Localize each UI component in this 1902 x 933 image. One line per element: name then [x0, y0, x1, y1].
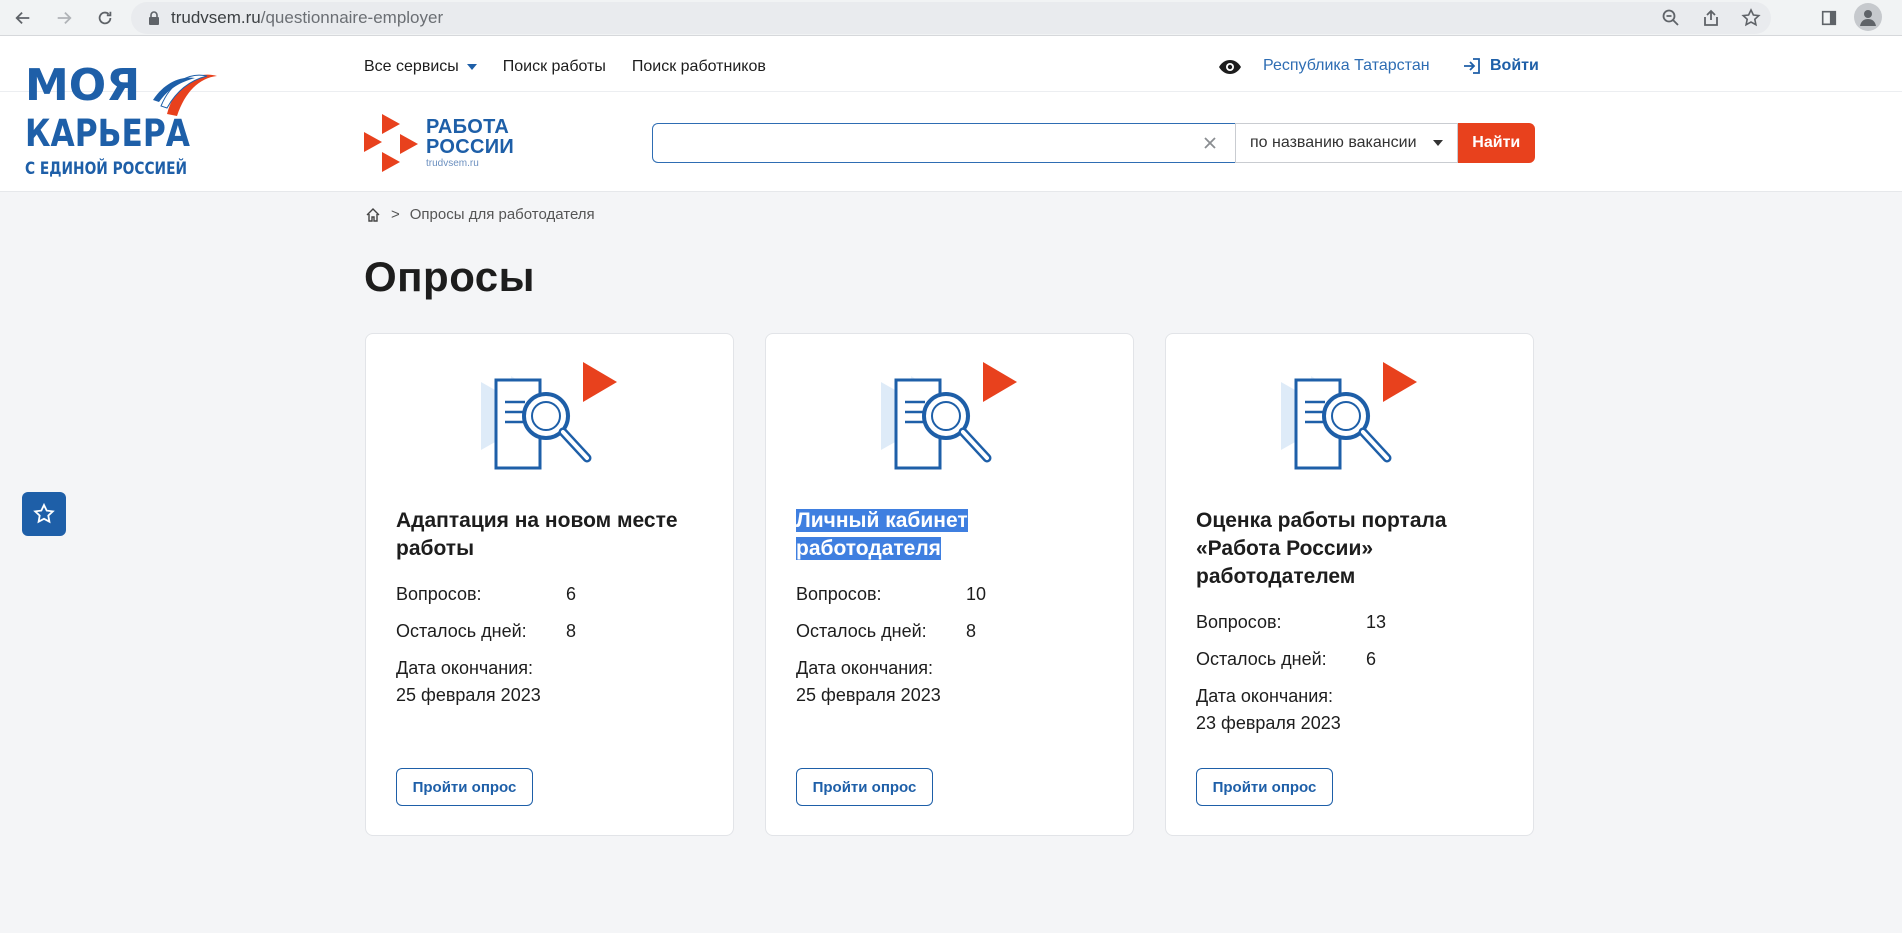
- search-mode-value: по названию вакансии: [1250, 134, 1417, 151]
- survey-questions: Вопросов: 13: [1196, 612, 1387, 632]
- search-mode-select[interactable]: по названию вакансии: [1235, 123, 1458, 163]
- region-selector[interactable]: Республика Татарстан: [1263, 57, 1430, 75]
- side-panel-icon[interactable]: [1814, 3, 1844, 33]
- zoom-icon[interactable]: [1651, 2, 1691, 34]
- search-bar: по названию вакансии Найти: [652, 123, 1535, 163]
- profile-avatar[interactable]: [1854, 3, 1882, 31]
- take-survey-button[interactable]: Пройти опрос: [1196, 768, 1333, 806]
- survey-end-date-label: Дата окончания:: [1196, 686, 1334, 706]
- svg-text:МОЯ: МОЯ: [25, 60, 140, 111]
- breadcrumb-separator: >: [391, 206, 400, 223]
- header-divider: [0, 91, 1902, 92]
- survey-title-line: работодателя: [796, 537, 941, 560]
- svg-text:С ЕДИНОЙ РОССИЕЙ: С ЕДИНОЙ РОССИЕЙ: [25, 157, 187, 179]
- nav-worker-search[interactable]: Поиск работников: [632, 58, 766, 76]
- login-label: Войти: [1490, 57, 1539, 74]
- close-icon[interactable]: [1200, 133, 1220, 153]
- lock-icon: [149, 11, 159, 25]
- survey-title: Оценка работы портала «Работа России» ра…: [1196, 509, 1447, 588]
- favorites-button[interactable]: [22, 492, 66, 536]
- survey-end-date: 23 февраля 2023: [1196, 713, 1341, 733]
- rr-logo-line2: РОССИИ: [426, 136, 515, 158]
- breadcrumb-current: Опросы для работодателя: [409, 206, 595, 223]
- survey-title: Адаптация на новом месте работы: [396, 509, 678, 560]
- reload-icon[interactable]: [90, 3, 120, 33]
- survey-magnifier-icon: [881, 362, 1017, 470]
- survey-days-left: Осталось дней: 8: [396, 621, 577, 641]
- moya-karera-logo[interactable]: МОЯ КАРЬЕРА С ЕДИНОЙ РОССИЕЙ: [25, 54, 225, 182]
- back-icon[interactable]: [8, 3, 38, 33]
- nav-job-search[interactable]: Поиск работы: [503, 58, 606, 76]
- survey-end-date: 25 февраля 2023: [796, 685, 941, 705]
- survey-magnifier-icon: [1281, 362, 1417, 470]
- site-header: МОЯ КАРЬЕРА С ЕДИНОЙ РОССИЕЙ Все сервисы…: [0, 36, 1902, 192]
- survey-questions: Вопросов: 6: [396, 584, 577, 604]
- survey-magnifier-icon: [481, 362, 617, 470]
- rabota-rossii-logo[interactable]: РАБОТА РОССИИ trudvsem.ru: [364, 114, 514, 172]
- breadcrumb: > Опросы для работодателя: [365, 206, 595, 223]
- survey-title-line: Личный кабинет: [796, 509, 968, 532]
- login-link[interactable]: Войти: [1462, 56, 1539, 76]
- forward-icon[interactable]: [49, 3, 79, 33]
- take-survey-button[interactable]: Пройти опрос: [396, 768, 533, 806]
- search-input[interactable]: [652, 123, 1235, 163]
- page-title: Опросы: [364, 253, 536, 300]
- top-navigation: Все сервисы Поиск работы Поиск работнико…: [364, 58, 766, 76]
- survey-days-left: Осталось дней: 6: [1196, 649, 1377, 669]
- take-survey-button[interactable]: Пройти опрос: [796, 768, 933, 806]
- share-icon[interactable]: [1691, 2, 1731, 34]
- address-bar[interactable]: trudvsem.ru/questionnaire-employer: [131, 2, 1771, 34]
- survey-days-left: Осталось дней: 8: [796, 621, 977, 641]
- login-icon: [1464, 58, 1480, 74]
- home-icon[interactable]: [365, 207, 381, 223]
- rr-logo-line1: РАБОТА: [426, 116, 510, 138]
- search-button[interactable]: Найти: [1457, 123, 1535, 163]
- url-text: trudvsem.ru/questionnaire-employer: [171, 8, 444, 27]
- survey-end-date-label: Дата окончания:: [796, 658, 934, 678]
- nav-all-services[interactable]: Все сервисы: [364, 58, 477, 76]
- eye-icon[interactable]: [1218, 58, 1242, 76]
- survey-card: Личный кабинет работодателя Вопросов: 10 …: [765, 333, 1134, 836]
- survey-end-date-label: Дата окончания:: [396, 658, 534, 678]
- survey-title: Личный кабинет работодателя: [796, 507, 1116, 563]
- bookmark-star-icon[interactable]: [1731, 2, 1771, 34]
- star-icon: [33, 502, 55, 524]
- chevron-down-icon: [1432, 140, 1443, 146]
- svg-text:КАРЬЕРА: КАРЬЕРА: [25, 112, 190, 155]
- nav-all-services-label: Все сервисы: [364, 58, 459, 75]
- survey-end-date: 25 февраля 2023: [396, 685, 541, 705]
- browser-toolbar: trudvsem.ru/questionnaire-employer: [0, 0, 1902, 36]
- rr-logo-domain: trudvsem.ru: [426, 158, 479, 169]
- survey-questions: Вопросов: 10: [796, 584, 987, 604]
- survey-card: Оценка работы портала «Работа России» ра…: [1165, 333, 1534, 836]
- chevron-down-icon: [466, 64, 477, 70]
- survey-card: Адаптация на новом месте работы Вопросов…: [365, 333, 734, 836]
- rabota-rossii-mark-icon: [364, 114, 418, 172]
